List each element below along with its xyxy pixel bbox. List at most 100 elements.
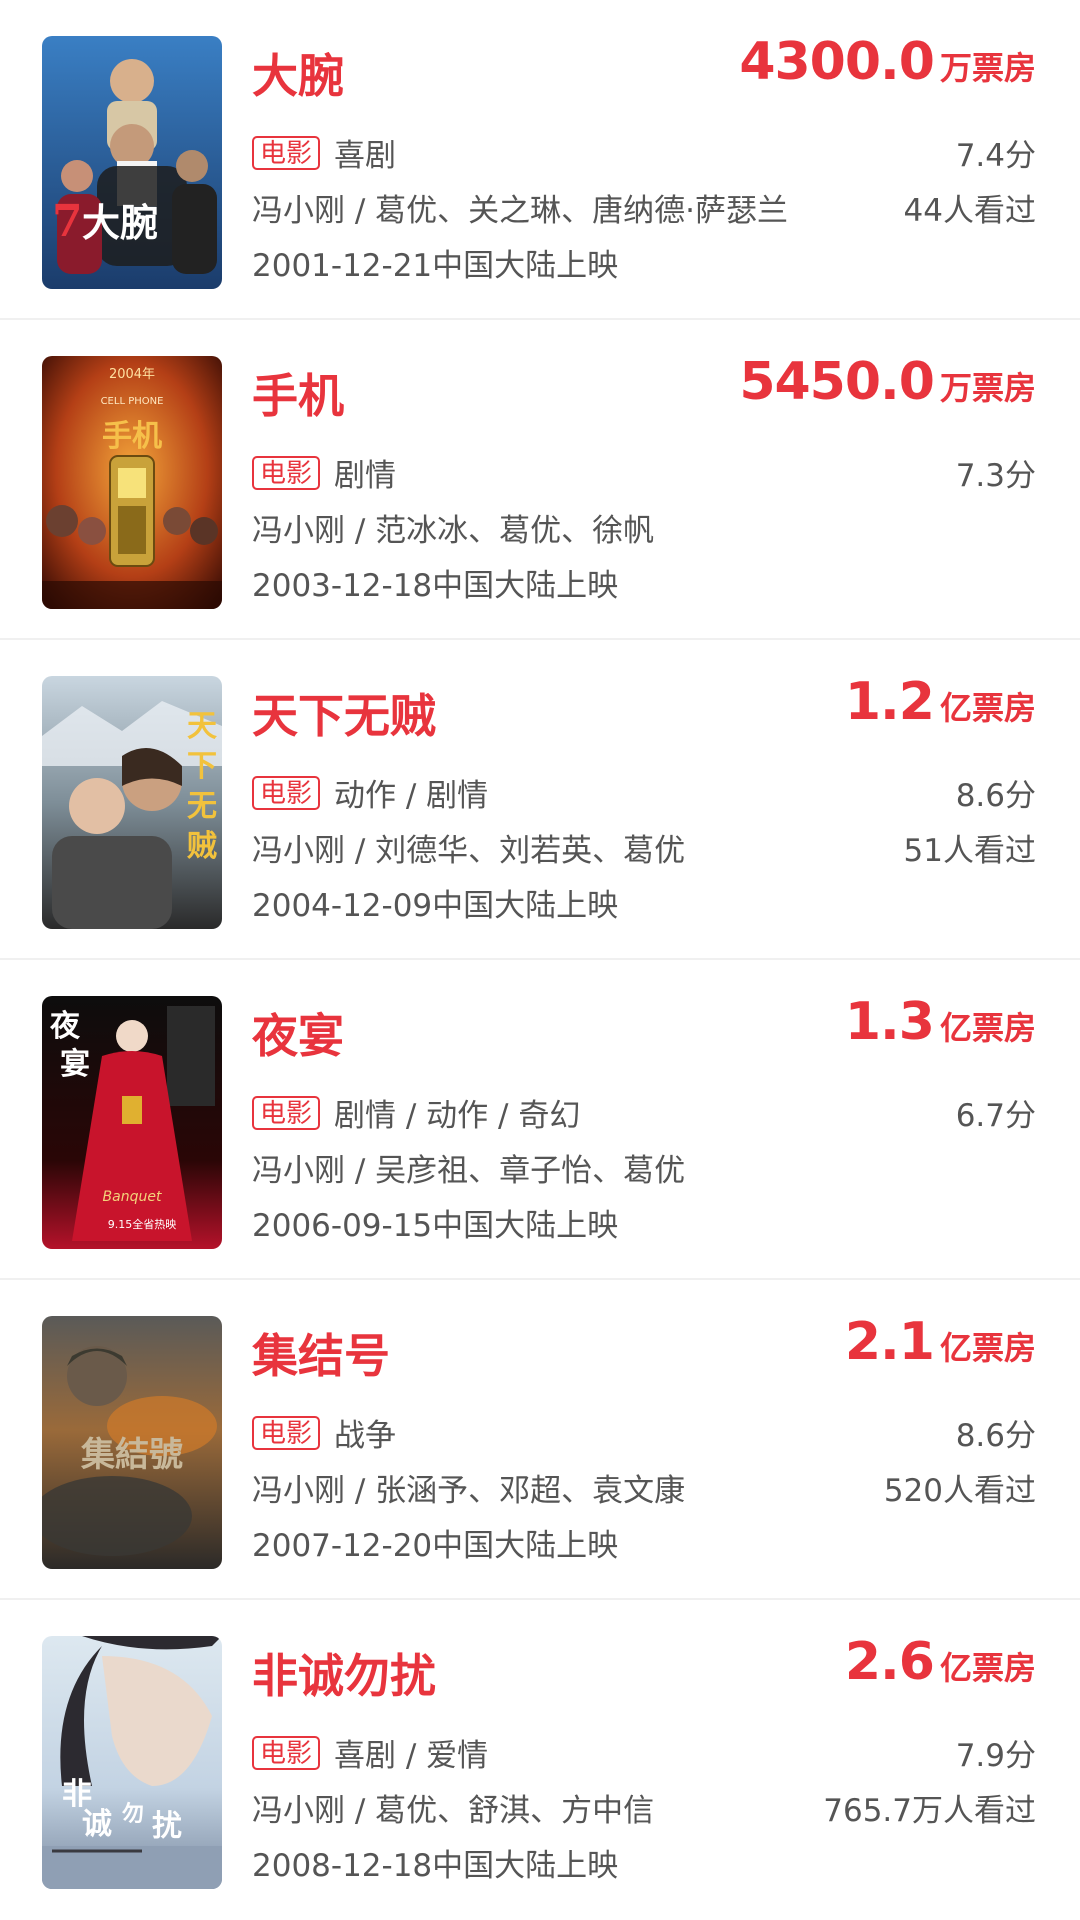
type-badge: 电影	[252, 1096, 321, 1130]
cast-row: 冯小刚 / 吴彦祖、章子怡、葛优	[252, 1149, 1036, 1193]
box-office-unit: 亿票房	[939, 689, 1036, 727]
svg-text:Banquet: Banquet	[103, 1189, 162, 1205]
box-office-unit: 亿票房	[939, 1649, 1036, 1687]
cast-row: 冯小刚 / 刘德华、刘若英、葛优 51人看过	[252, 829, 1036, 873]
movie-title[interactable]: 大腕	[252, 40, 344, 106]
rating: 6.7分	[955, 1098, 1036, 1134]
movie-item[interactable]: 非 诚 勿 扰 非诚勿扰 2.6 亿票房 电影 喜剧 / 爱情 7.9分 冯小刚 /…	[0, 1600, 1080, 1920]
poster-image: 非 诚 勿 扰	[42, 1636, 222, 1889]
poster-image: 夜 宴 Banquet 9.15全省热映	[42, 996, 222, 1249]
movie-list: 7 大腕 大腕 4300.0 万票房 电影 喜剧 7.4分 冯小刚 / 葛优、关之琳…	[0, 0, 1080, 1920]
box-office-unit: 万票房	[939, 369, 1036, 407]
box-office-value: 5450.0	[739, 352, 935, 412]
svg-text:宴: 宴	[60, 1047, 90, 1082]
release-row: 2006-09-15中国大陆上映	[252, 1204, 1036, 1248]
movie-item[interactable]: 天 下 无 贼 天下无贼 1.2 亿票房 电影 动作 / 剧情 8.6分 冯小刚 /…	[0, 640, 1080, 960]
movie-poster[interactable]: 夜 宴 Banquet 9.15全省热映	[42, 996, 222, 1249]
svg-text:下: 下	[187, 749, 217, 784]
release-date: 2008-12-18中国大陆上映	[252, 1848, 619, 1884]
genre-text: 战争	[334, 1418, 397, 1454]
movie-item[interactable]: 集結號 集结号 2.1 亿票房 电影 战争 8.6分 冯小刚 / 张涵予、邓超、袁文…	[0, 1280, 1080, 1600]
rating: 7.3分	[955, 458, 1036, 494]
type-badge: 电影	[252, 1416, 321, 1450]
movie-poster[interactable]: 2004年 CELL PHONE 手机	[42, 356, 222, 609]
genre-text: 喜剧 / 爱情	[334, 1738, 489, 1774]
type-badge: 电影	[252, 456, 321, 490]
genre-text: 喜剧	[334, 138, 397, 174]
movie-title[interactable]: 集结号	[252, 1320, 390, 1386]
poster-image: 天 下 无 贼	[42, 676, 222, 929]
box-office: 1.3 亿票房	[845, 992, 1036, 1052]
cast-text: 冯小刚 / 吴彦祖、章子怡、葛优	[252, 1153, 686, 1189]
movie-item[interactable]: 7 大腕 大腕 4300.0 万票房 电影 喜剧 7.4分 冯小刚 / 葛优、关之琳…	[0, 0, 1080, 320]
watched-count: 765.7万人看过	[823, 1793, 1036, 1829]
movie-poster[interactable]: 天 下 无 贼	[42, 676, 222, 929]
release-date: 2003-12-18中国大陆上映	[252, 568, 619, 604]
cast-row: 冯小刚 / 范冰冰、葛优、徐帆	[252, 509, 1036, 553]
genre-text: 动作 / 剧情	[334, 778, 489, 814]
box-office: 2.6 亿票房	[845, 1632, 1036, 1692]
svg-text:2004年: 2004年	[109, 367, 155, 382]
movie-title[interactable]: 天下无贼	[252, 680, 436, 746]
genre-row: 电影 喜剧 7.4分	[252, 134, 1036, 178]
svg-text:7: 7	[52, 196, 83, 247]
box-office: 4300.0 万票房	[739, 32, 1036, 92]
genre-text: 剧情	[334, 458, 397, 494]
svg-text:勿: 勿	[122, 1801, 144, 1827]
box-office: 2.1 亿票房	[845, 1312, 1036, 1372]
box-office-value: 2.6	[844, 1632, 935, 1692]
poster-image: 集結號	[42, 1316, 222, 1569]
poster-image: 7 大腕	[42, 36, 222, 289]
svg-text:夜: 夜	[49, 1009, 81, 1044]
svg-text:贼: 贼	[187, 829, 217, 864]
rating: 7.4分	[955, 138, 1036, 174]
movie-poster[interactable]: 非 诚 勿 扰	[42, 1636, 222, 1889]
movie-item[interactable]: 夜 宴 Banquet 9.15全省热映 夜宴 1.3 亿票房 电影 剧情 / 动作…	[0, 960, 1080, 1280]
box-office-value: 1.2	[844, 672, 935, 732]
rating: 8.6分	[955, 778, 1036, 814]
box-office-value: 4300.0	[739, 32, 935, 92]
poster-image: 2004年 CELL PHONE 手机	[42, 356, 222, 609]
genre-row: 电影 动作 / 剧情 8.6分	[252, 774, 1036, 818]
movie-title[interactable]: 手机	[252, 360, 344, 426]
svg-text:无: 无	[187, 789, 217, 824]
svg-text:手机: 手机	[102, 419, 162, 454]
svg-text:诚: 诚	[82, 1807, 112, 1842]
cast-text: 冯小刚 / 刘德华、刘若英、葛优	[252, 833, 686, 869]
movie-item[interactable]: 2004年 CELL PHONE 手机 手机 5450.0 万票房 电影 剧情 7.…	[0, 320, 1080, 640]
svg-text:大腕: 大腕	[82, 200, 158, 245]
svg-text:集結號: 集結號	[80, 1435, 183, 1475]
genre-row: 电影 剧情 7.3分	[252, 454, 1036, 498]
release-row: 2007-12-20中国大陆上映	[252, 1524, 1036, 1568]
cast-text: 冯小刚 / 葛优、关之琳、唐纳德·萨瑟兰	[252, 193, 789, 229]
box-office-unit: 万票房	[939, 49, 1036, 87]
release-row: 2003-12-18中国大陆上映	[252, 564, 1036, 608]
cast-row: 冯小刚 / 葛优、关之琳、唐纳德·萨瑟兰 44人看过	[252, 189, 1036, 233]
cast-row: 冯小刚 / 葛优、舒淇、方中信 765.7万人看过	[252, 1789, 1036, 1833]
cast-text: 冯小刚 / 葛优、舒淇、方中信	[252, 1793, 655, 1829]
release-date: 2001-12-21中国大陆上映	[252, 248, 619, 284]
release-row: 2001-12-21中国大陆上映	[252, 244, 1036, 288]
rating: 7.9分	[955, 1738, 1036, 1774]
box-office: 5450.0 万票房	[739, 352, 1036, 412]
movie-title[interactable]: 夜宴	[252, 1000, 344, 1066]
type-badge: 电影	[252, 136, 321, 170]
rating: 8.6分	[955, 1418, 1036, 1454]
release-date: 2004-12-09中国大陆上映	[252, 888, 619, 924]
box-office-value: 1.3	[844, 992, 935, 1052]
cast-text: 冯小刚 / 张涵予、邓超、袁文康	[252, 1473, 686, 1509]
cast-text: 冯小刚 / 范冰冰、葛优、徐帆	[252, 513, 655, 549]
box-office-unit: 亿票房	[939, 1329, 1036, 1367]
watched-count: 51人看过	[903, 833, 1036, 869]
svg-text:扰: 扰	[152, 1809, 182, 1844]
movie-poster[interactable]: 集結號	[42, 1316, 222, 1569]
box-office-unit: 亿票房	[939, 1009, 1036, 1047]
movie-title[interactable]: 非诚勿扰	[252, 1640, 436, 1706]
release-date: 2007-12-20中国大陆上映	[252, 1528, 619, 1564]
movie-poster[interactable]: 7 大腕	[42, 36, 222, 289]
type-badge: 电影	[252, 1736, 321, 1770]
type-badge: 电影	[252, 776, 321, 810]
box-office-value: 2.1	[844, 1312, 935, 1372]
release-row: 2008-12-18中国大陆上映	[252, 1844, 1036, 1888]
release-row: 2004-12-09中国大陆上映	[252, 884, 1036, 928]
